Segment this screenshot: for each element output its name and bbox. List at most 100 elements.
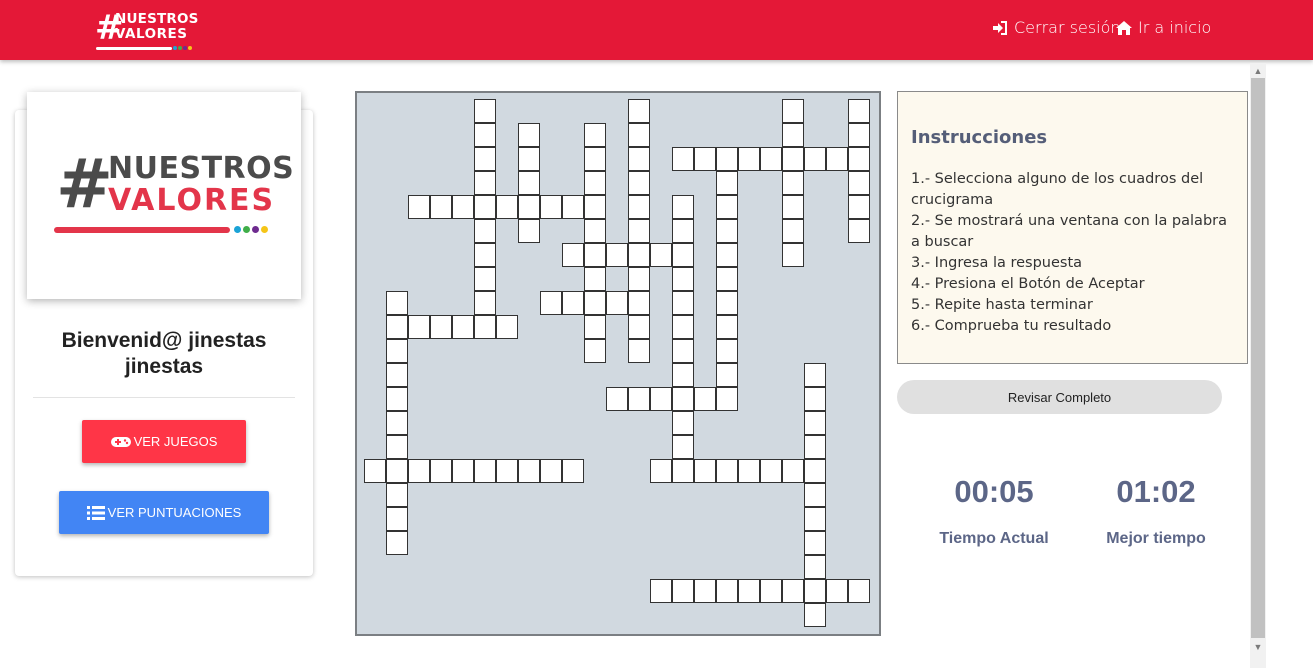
crossword-cell[interactable] [738, 147, 760, 171]
crossword-cell[interactable] [386, 291, 408, 315]
crossword-cell[interactable] [386, 483, 408, 507]
crossword-cell[interactable] [474, 267, 496, 291]
crossword-cell[interactable] [518, 171, 540, 195]
crossword-cell[interactable] [386, 315, 408, 339]
crossword-cell[interactable] [540, 291, 562, 315]
crossword-cell[interactable] [474, 219, 496, 243]
crossword-cell[interactable] [716, 171, 738, 195]
crossword-cell[interactable] [540, 459, 562, 483]
crossword-cell[interactable] [562, 195, 584, 219]
crossword-cell[interactable] [672, 579, 694, 603]
crossword-cell[interactable] [672, 291, 694, 315]
crossword-cell[interactable] [386, 435, 408, 459]
crossword-cell[interactable] [672, 459, 694, 483]
crossword-cell[interactable] [540, 195, 562, 219]
crossword-cell[interactable] [672, 243, 694, 267]
view-scores-button[interactable]: VER PUNTUACIONES [59, 491, 269, 534]
crossword-cell[interactable] [628, 147, 650, 171]
crossword-cell[interactable] [804, 483, 826, 507]
crossword-cell[interactable] [628, 219, 650, 243]
crossword-cell[interactable] [760, 579, 782, 603]
crossword-cell[interactable] [386, 531, 408, 555]
crossword-cell[interactable] [782, 195, 804, 219]
crossword-cell[interactable] [584, 171, 606, 195]
crossword-cell[interactable] [738, 579, 760, 603]
crossword-cell[interactable] [804, 387, 826, 411]
crossword-cell[interactable] [672, 147, 694, 171]
crossword-cell[interactable] [364, 459, 386, 483]
crossword-cell[interactable] [584, 315, 606, 339]
crossword-cell[interactable] [628, 99, 650, 123]
crossword-cell[interactable] [496, 195, 518, 219]
crossword-cell[interactable] [716, 387, 738, 411]
crossword-cell[interactable] [584, 267, 606, 291]
crossword-cell[interactable] [452, 459, 474, 483]
crossword-cell[interactable] [694, 147, 716, 171]
crossword-cell[interactable] [782, 123, 804, 147]
crossword-cell[interactable] [826, 147, 848, 171]
crossword-cell[interactable] [760, 459, 782, 483]
crossword-cell[interactable] [716, 267, 738, 291]
crossword-cell[interactable] [738, 459, 760, 483]
crossword-cell[interactable] [606, 291, 628, 315]
crossword-cell[interactable] [606, 387, 628, 411]
crossword-cell[interactable] [804, 459, 826, 483]
crossword-cell[interactable] [518, 219, 540, 243]
crossword-cell[interactable] [628, 267, 650, 291]
crossword-cell[interactable] [562, 243, 584, 267]
crossword-cell[interactable] [584, 243, 606, 267]
crossword-cell[interactable] [716, 291, 738, 315]
crossword-cell[interactable] [386, 459, 408, 483]
crossword-cell[interactable] [848, 123, 870, 147]
crossword-cell[interactable] [584, 291, 606, 315]
crossword-cell[interactable] [804, 579, 826, 603]
crossword-cell[interactable] [848, 195, 870, 219]
crossword-cell[interactable] [386, 339, 408, 363]
crossword-cell[interactable] [826, 579, 848, 603]
crossword-cell[interactable] [408, 195, 430, 219]
crossword-cell[interactable] [804, 147, 826, 171]
crossword-cell[interactable] [716, 243, 738, 267]
crossword-cell[interactable] [584, 123, 606, 147]
crossword-cell[interactable] [628, 195, 650, 219]
crossword-cell[interactable] [430, 315, 452, 339]
crossword-cell[interactable] [430, 459, 452, 483]
crossword-cell[interactable] [562, 291, 584, 315]
crossword-cell[interactable] [672, 195, 694, 219]
crossword-cell[interactable] [782, 99, 804, 123]
check-all-button[interactable]: Revisar Completo [897, 380, 1222, 414]
crossword-cell[interactable] [672, 315, 694, 339]
crossword-cell[interactable] [804, 507, 826, 531]
crossword-cell[interactable] [584, 195, 606, 219]
crossword-cell[interactable] [386, 507, 408, 531]
crossword-cell[interactable] [628, 171, 650, 195]
crossword-cell[interactable] [628, 291, 650, 315]
crossword-cell[interactable] [694, 459, 716, 483]
crossword-cell[interactable] [628, 123, 650, 147]
crossword-cell[interactable] [474, 195, 496, 219]
crossword-cell[interactable] [672, 219, 694, 243]
crossword-cell[interactable] [386, 363, 408, 387]
crossword-cell[interactable] [584, 147, 606, 171]
crossword-cell[interactable] [848, 147, 870, 171]
crossword-cell[interactable] [848, 99, 870, 123]
crossword-cell[interactable] [628, 315, 650, 339]
crossword-cell[interactable] [672, 387, 694, 411]
crossword-cell[interactable] [628, 243, 650, 267]
crossword-cell[interactable] [716, 147, 738, 171]
crossword-cell[interactable] [782, 579, 804, 603]
crossword-cell[interactable] [386, 411, 408, 435]
scrollbar-thumb[interactable] [1251, 78, 1265, 638]
crossword-cell[interactable] [672, 411, 694, 435]
crossword-cell[interactable] [474, 291, 496, 315]
crossword-cell[interactable] [474, 147, 496, 171]
crossword-cell[interactable] [804, 603, 826, 627]
crossword-cell[interactable] [650, 459, 672, 483]
crossword-cell[interactable] [716, 315, 738, 339]
crossword-cell[interactable] [584, 339, 606, 363]
crossword-cell[interactable] [474, 171, 496, 195]
crossword-cell[interactable] [474, 99, 496, 123]
crossword-cell[interactable] [518, 195, 540, 219]
crossword-cell[interactable] [562, 459, 584, 483]
crossword-cell[interactable] [716, 459, 738, 483]
